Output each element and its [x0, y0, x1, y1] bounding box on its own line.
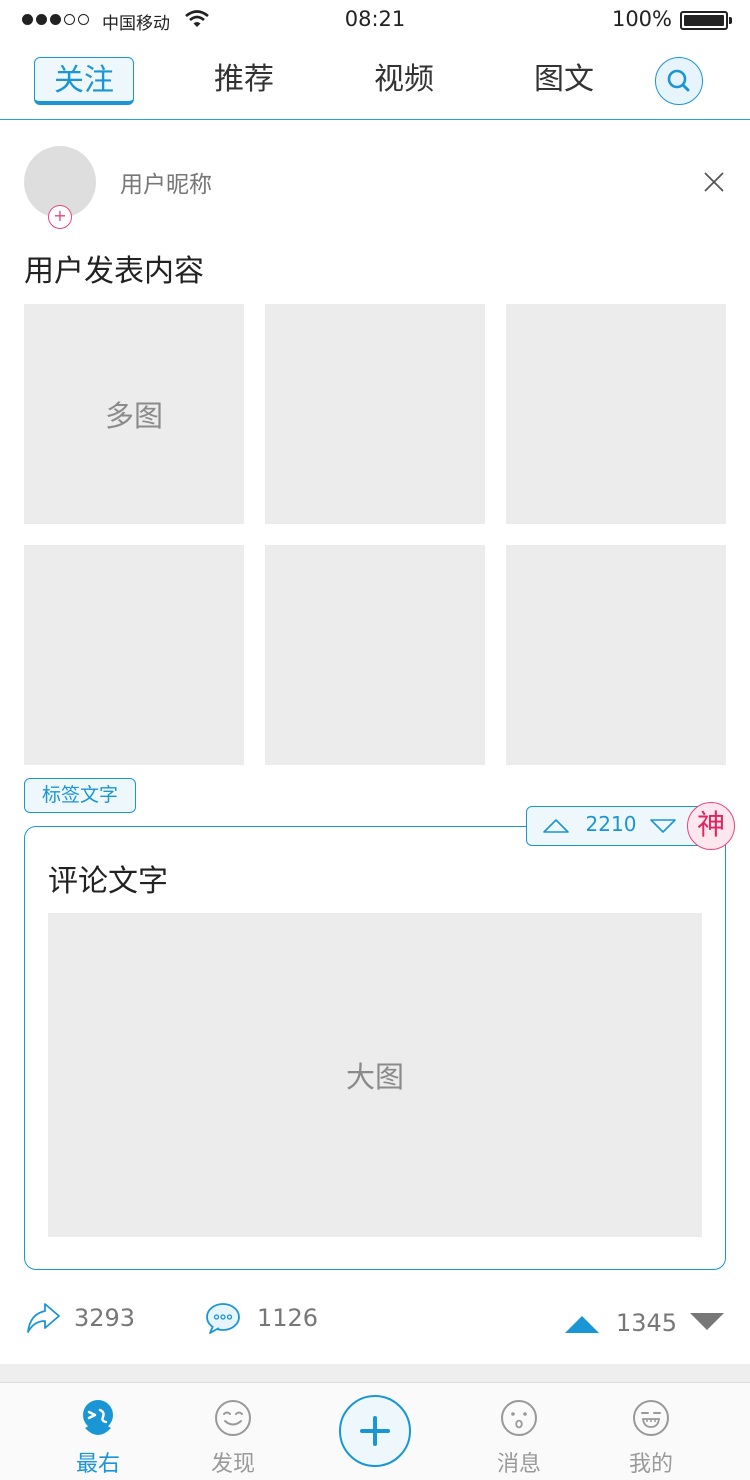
like-button[interactable] [565, 1315, 599, 1333]
nav-item-home[interactable]: 最右 [58, 1396, 138, 1477]
tab-follow[interactable]: 关注 [34, 57, 134, 105]
share-button[interactable] [25, 1300, 61, 1336]
comment-count: 1126 [257, 1304, 319, 1332]
tab-image-text[interactable]: 图文 [514, 57, 614, 105]
dislike-button[interactable] [690, 1313, 724, 1331]
grid-image[interactable] [265, 304, 485, 524]
publish-button[interactable] [339, 1395, 411, 1467]
comment-vote-count: 2210 [585, 812, 637, 836]
user-nickname[interactable]: 用户昵称 [120, 165, 212, 199]
plus-icon [360, 1416, 390, 1446]
grin-face-icon [633, 1400, 669, 1436]
grid-image[interactable]: 多图 [24, 304, 244, 524]
close-icon [704, 172, 724, 192]
tab-video[interactable]: 视频 [354, 57, 454, 105]
search-button[interactable] [655, 57, 703, 105]
tab-recommend[interactable]: 推荐 [194, 57, 294, 105]
grid-image[interactable] [24, 545, 244, 765]
logo-icon [83, 1400, 113, 1435]
comment-upvote-button[interactable] [541, 816, 571, 836]
follow-plus-button[interactable]: + [48, 205, 72, 229]
smile-face-icon [215, 1400, 251, 1436]
battery-icon [680, 11, 732, 30]
share-count: 3293 [74, 1304, 136, 1332]
thumb-down-arrow-icon [690, 1313, 724, 1330]
grid-image[interactable] [506, 545, 726, 765]
nav-item-me[interactable]: 我的 [611, 1396, 691, 1477]
nav-label-discover: 发现 [210, 1452, 255, 1477]
comment-button[interactable] [205, 1302, 241, 1334]
chevron-up-icon [543, 819, 569, 833]
battery-percent: 100% [611, 7, 672, 31]
close-button[interactable] [700, 168, 728, 196]
surprised-face-icon [501, 1400, 537, 1436]
grid-image-label: 多图 [104, 399, 163, 433]
chevron-down-icon [650, 819, 676, 833]
like-count: 1345 [616, 1309, 678, 1337]
post-content[interactable]: 用户发表内容 [24, 246, 204, 290]
nav-item-messages[interactable]: 消息 [479, 1396, 559, 1477]
god-comment-badge: 神 [687, 802, 735, 850]
nav-label-me: 我的 [628, 1452, 673, 1477]
nav-label-home: 最右 [75, 1452, 120, 1477]
nav-item-discover[interactable]: 发现 [193, 1396, 273, 1477]
topic-tag[interactable]: 标签文字 [24, 778, 136, 813]
grid-image[interactable] [506, 304, 726, 524]
top-tab-bar: 关注 推荐 视频 图文 [0, 42, 750, 120]
search-icon [667, 69, 689, 91]
share-icon [27, 1303, 60, 1333]
comment-image-label: 大图 [345, 1060, 404, 1094]
thumb-up-arrow-icon [565, 1316, 599, 1333]
status-bar: 中国移动 08:21 100% [0, 0, 750, 40]
grid-image[interactable] [265, 545, 485, 765]
comment-image[interactable]: 大图 [48, 913, 702, 1237]
comment-icon [206, 1303, 240, 1334]
comment-downvote-button[interactable] [648, 816, 678, 836]
comment-text: 评论文字 [48, 864, 168, 899]
nav-label-messages: 消息 [496, 1452, 541, 1477]
section-divider [0, 1364, 750, 1382]
